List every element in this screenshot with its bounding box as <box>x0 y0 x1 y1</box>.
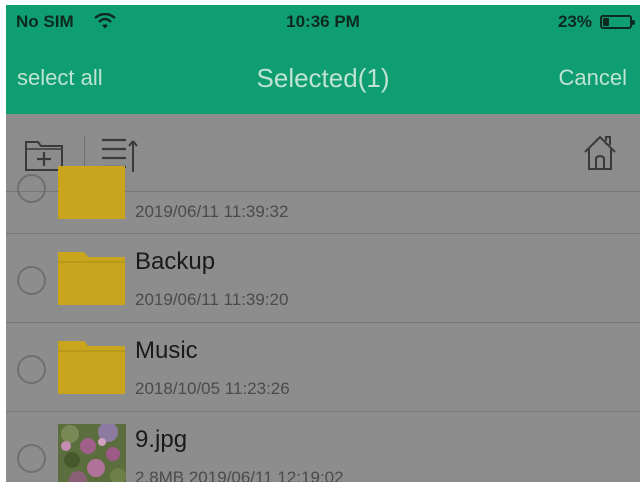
select-radio[interactable] <box>17 355 46 384</box>
home-icon[interactable] <box>582 134 618 177</box>
page-title: Selected(1) <box>256 63 390 93</box>
list-item[interactable]: Backup 2019/06/11 11:39:20 <box>6 234 640 323</box>
app-screen: No SIM 10:36 PM 23% select all Selected(… <box>6 5 640 482</box>
folder-icon <box>58 341 125 394</box>
battery-percent: 23% <box>557 12 592 31</box>
list-item[interactable]: 9.jpg 2.8MB 2019/06/11 12:19:02 <box>6 412 640 482</box>
battery-icon <box>600 15 635 29</box>
cancel-button[interactable]: Cancel <box>559 65 627 91</box>
file-name: 9.jpg <box>135 426 188 453</box>
file-meta: 2.8MB 2019/06/11 12:19:02 <box>135 468 344 482</box>
select-radio[interactable] <box>17 444 46 473</box>
folder-icon <box>58 166 125 219</box>
clock: 10:36 PM <box>286 12 360 31</box>
select-radio[interactable] <box>17 174 46 203</box>
file-name: Music <box>135 337 198 364</box>
file-meta: 2019/06/11 11:39:20 <box>135 290 289 309</box>
list-item[interactable]: 2019/06/11 11:39:32 <box>6 166 640 234</box>
select-radio[interactable] <box>17 266 46 295</box>
status-bar: No SIM 10:36 PM 23% <box>6 5 640 39</box>
file-name: Backup <box>135 248 216 275</box>
file-meta: 2018/10/05 11:23:26 <box>135 379 290 398</box>
folder-icon <box>58 252 125 305</box>
file-meta: 2019/06/11 11:39:32 <box>135 202 289 221</box>
image-thumbnail <box>58 424 126 482</box>
list-item[interactable]: Music 2018/10/05 11:23:26 <box>6 323 640 412</box>
header: No SIM 10:36 PM 23% select all Selected(… <box>6 5 640 114</box>
nav-bar: select all Selected(1) Cancel <box>6 39 640 114</box>
